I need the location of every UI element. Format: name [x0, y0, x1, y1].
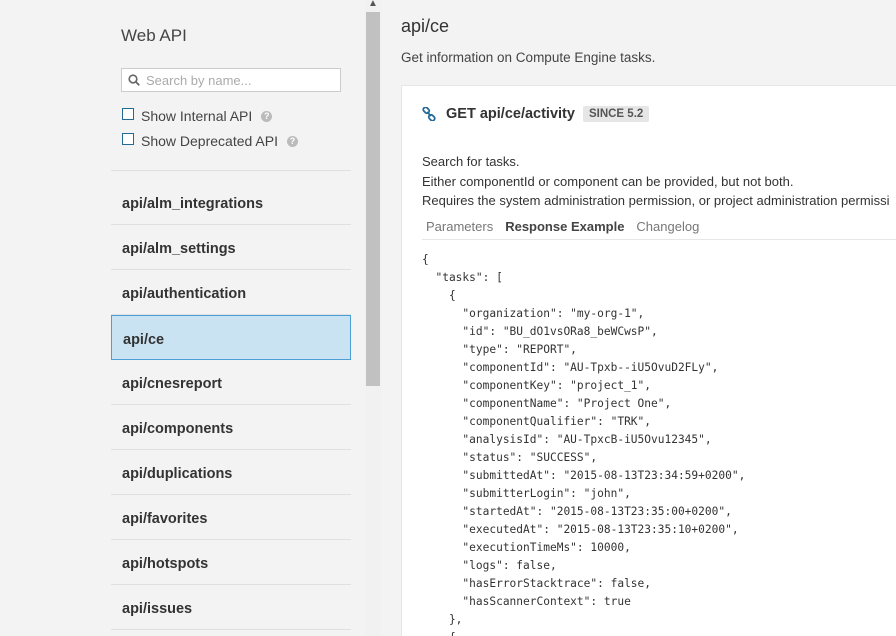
- api-item-hotspots[interactable]: api/hotspots: [111, 540, 351, 585]
- page-description: Get information on Compute Engine tasks.: [401, 50, 656, 65]
- description-line: Requires the system administration permi…: [422, 193, 890, 208]
- show-deprecated-api-label: Show Deprecated API: [141, 133, 278, 149]
- api-item-components[interactable]: api/components: [111, 405, 351, 450]
- response-example-code: { "tasks": [ { "organization": "my-org-1…: [422, 253, 746, 636]
- main-content: api/ce Get information on Compute Engine…: [381, 0, 896, 636]
- endpoint-tabs: Parameters Response Example Changelog: [426, 219, 711, 234]
- link-icon[interactable]: [422, 107, 436, 121]
- api-item-authentication[interactable]: api/authentication: [111, 270, 351, 315]
- tab-parameters[interactable]: Parameters: [426, 219, 493, 234]
- api-item-favorites[interactable]: api/favorites: [111, 495, 351, 540]
- api-item-issues[interactable]: api/issues: [111, 585, 351, 630]
- search-input[interactable]: [146, 71, 336, 89]
- sidebar-divider: [111, 170, 351, 171]
- sidebar: Web API Show Internal API ? Show Depreca…: [0, 0, 365, 636]
- api-item-duplications[interactable]: api/duplications: [111, 450, 351, 495]
- since-badge: SINCE 5.2: [582, 106, 650, 122]
- api-item-cnesreport[interactable]: api/cnesreport: [111, 360, 351, 405]
- search-box[interactable]: [121, 68, 341, 92]
- api-item-alm-settings[interactable]: api/alm_settings: [111, 225, 351, 270]
- show-internal-api-label: Show Internal API: [141, 108, 253, 124]
- sidebar-scrollbar[interactable]: ▲: [365, 0, 381, 636]
- sidebar-title: Web API: [121, 26, 187, 45]
- endpoint-title: GET api/ce/activity: [446, 106, 575, 122]
- description-line: Search for tasks.: [422, 154, 520, 169]
- help-icon[interactable]: ?: [261, 110, 273, 122]
- scroll-up-arrow-icon[interactable]: ▲: [368, 0, 378, 9]
- scroll-thumb[interactable]: [366, 12, 380, 386]
- api-item-ce[interactable]: api/ce: [111, 315, 351, 360]
- show-deprecated-api-option[interactable]: Show Deprecated API ?: [122, 133, 298, 149]
- endpoint-card: GET api/ce/activity SINCE 5.2 Search for…: [401, 85, 896, 636]
- endpoint-header: GET api/ce/activity SINCE 5.2: [422, 106, 650, 122]
- api-list: api/alm_integrations api/alm_settings ap…: [111, 180, 351, 630]
- page-title: api/ce: [401, 16, 450, 36]
- tab-response-example[interactable]: Response Example: [505, 219, 624, 234]
- search-icon: [128, 74, 140, 86]
- api-item-alm-integrations[interactable]: api/alm_integrations: [111, 180, 351, 225]
- help-icon[interactable]: ?: [286, 135, 298, 147]
- show-internal-api-checkbox[interactable]: [122, 108, 134, 120]
- tab-changelog[interactable]: Changelog: [636, 219, 699, 234]
- show-internal-api-option[interactable]: Show Internal API ?: [122, 108, 273, 124]
- show-deprecated-api-checkbox[interactable]: [122, 133, 134, 145]
- tabs-divider: [422, 239, 896, 240]
- description-line: Either componentId or component can be p…: [422, 173, 794, 189]
- endpoint-description: Search for tasks. Either componentId or …: [422, 152, 889, 211]
